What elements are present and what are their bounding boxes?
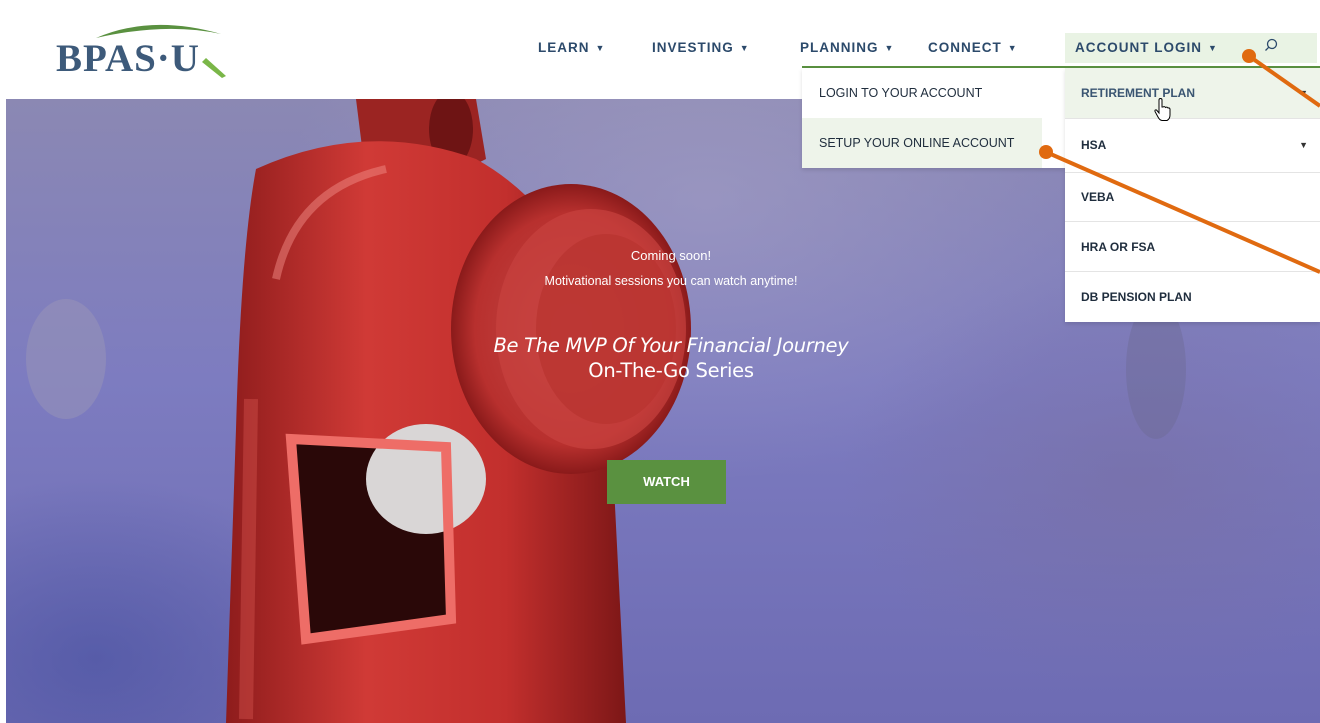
nav-investing[interactable]: INVESTING ▼	[652, 33, 750, 63]
menu-item-db-pension-plan[interactable]: DB PENSION PLAN	[1065, 272, 1320, 322]
nav-investing-label: INVESTING	[652, 40, 734, 55]
account-login-dropdown: RETIREMENT PLAN ▼ HSA ▼ VEBA HRA OR FSA …	[1065, 68, 1320, 322]
caret-down-icon: ▼	[1208, 43, 1218, 53]
menu-item-veba[interactable]: VEBA	[1065, 172, 1320, 222]
site-logo[interactable]: BPAS·U	[56, 18, 246, 80]
nav-connect-label: CONNECT	[928, 40, 1002, 55]
hero-series-title: On-The-Go Series	[588, 359, 754, 382]
browser-viewport: BPAS·U LEARN ▼ INVESTING ▼ PLANNING ▼ CONNE…	[6, 6, 1320, 723]
watch-button[interactable]: WATCH	[607, 460, 726, 504]
menu-item-hsa-label: HSA	[1081, 138, 1107, 152]
hero-coming-text: Coming soon!	[630, 248, 712, 263]
hero-motivation-text: Motivational sessions you can watch anyt…	[544, 274, 798, 288]
menu-item-hsa[interactable]: HSA ▼	[1065, 120, 1320, 170]
menu-item-setup-online-account[interactable]: SETUP YOUR ONLINE ACCOUNT	[802, 118, 1042, 168]
nav-planning[interactable]: PLANNING ▼	[800, 33, 894, 63]
menu-item-retirement-plan-label: RETIREMENT PLAN	[1081, 86, 1195, 100]
caret-down-icon: ▼	[1299, 88, 1308, 98]
nav-learn[interactable]: LEARN ▼	[538, 33, 605, 63]
nav-learn-label: LEARN	[538, 40, 590, 55]
nav-account-login[interactable]: ACCOUNT LOGIN ▼	[1065, 33, 1317, 63]
logo-text: BPAS·U	[56, 37, 200, 80]
nav-account-login-label: ACCOUNT LOGIN	[1075, 40, 1202, 55]
nav-connect[interactable]: CONNECT ▼	[928, 33, 1018, 63]
caret-down-icon: ▼	[739, 43, 750, 53]
nav-planning-label: PLANNING	[800, 40, 879, 55]
hand-cursor-icon	[1154, 98, 1171, 121]
caret-down-icon: ▼	[884, 43, 895, 53]
connect-dropdown: LOGIN TO YOUR ACCOUNT SETUP YOUR ONLINE …	[802, 68, 1065, 168]
menu-item-retirement-plan[interactable]: RETIREMENT PLAN ▼	[1065, 68, 1320, 118]
caret-down-icon: ▼	[595, 43, 606, 53]
menu-divider	[1065, 118, 1320, 119]
menu-item-login-to-account[interactable]: LOGIN TO YOUR ACCOUNT	[802, 68, 1065, 118]
caret-down-icon: ▼	[1299, 140, 1308, 150]
hero-tagline: Be The MVP Of Your Financial Journey	[493, 334, 849, 357]
menu-item-hra-or-fsa[interactable]: HRA OR FSA	[1065, 222, 1320, 272]
search-icon[interactable]	[1264, 38, 1278, 52]
caret-down-icon: ▼	[1007, 43, 1018, 53]
